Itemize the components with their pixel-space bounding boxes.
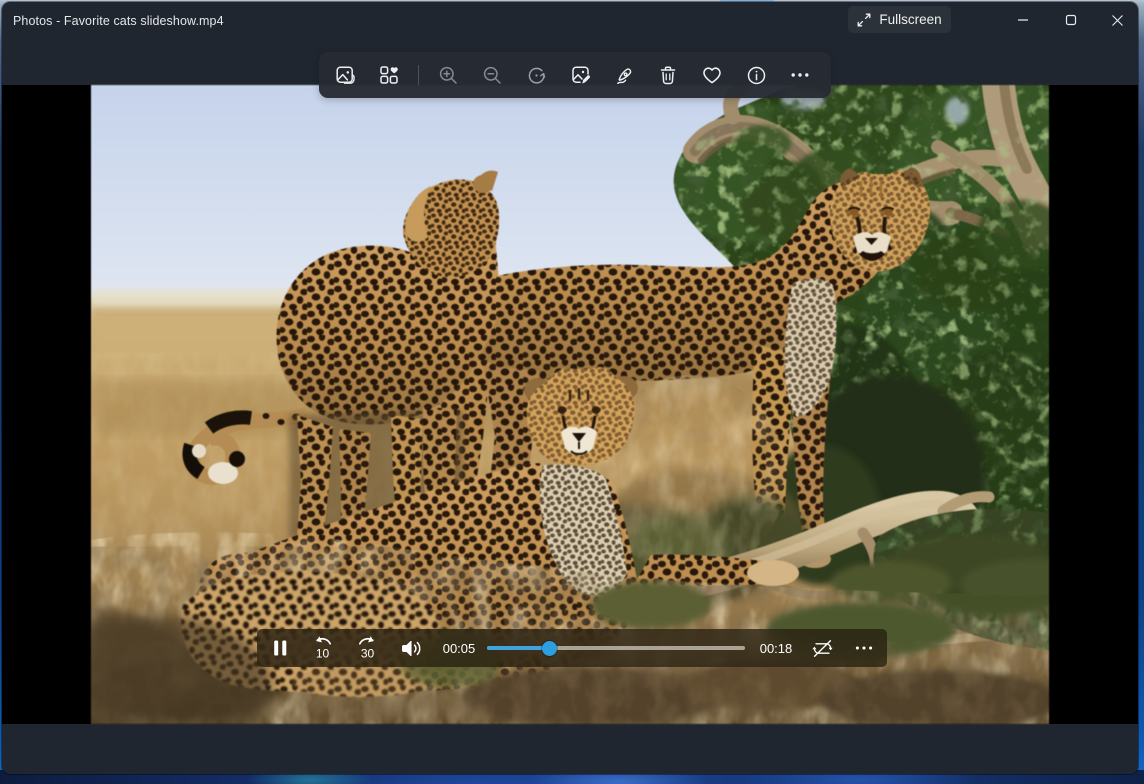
svg-text:30: 30 <box>360 647 374 661</box>
svg-text:10: 10 <box>315 647 329 661</box>
